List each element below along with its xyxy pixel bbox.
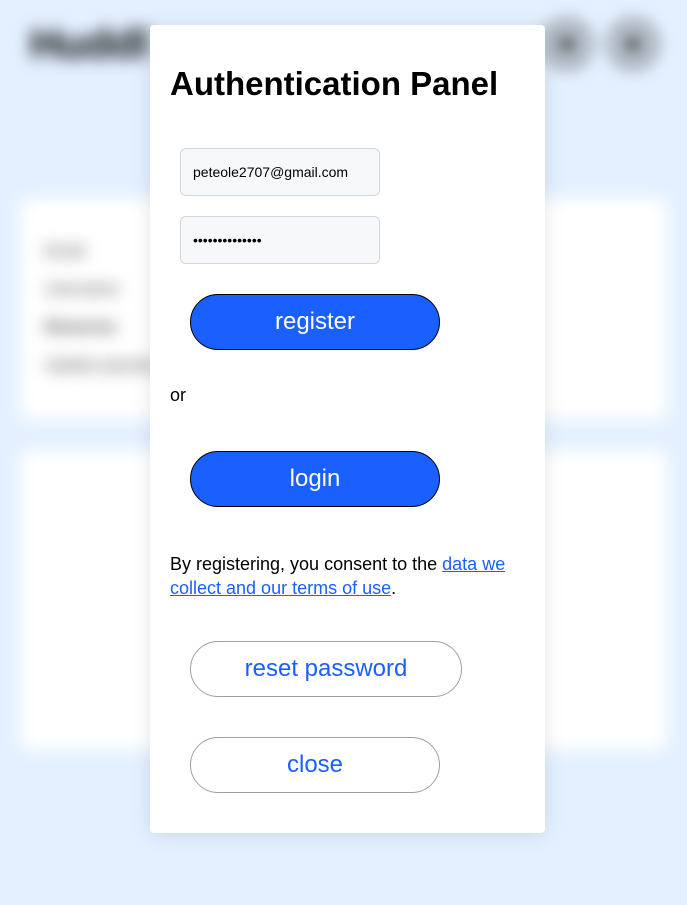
consent-text: By registering, you consent to the data … <box>170 552 525 601</box>
email-input[interactable] <box>180 148 380 196</box>
consent-prefix: By registering, you consent to the <box>170 554 442 574</box>
bg-logo: Huddl <box>30 20 149 68</box>
authentication-panel: Authentication Panel register or login B… <box>150 25 545 833</box>
login-button[interactable]: login <box>190 451 440 507</box>
or-separator: or <box>170 385 525 406</box>
consent-suffix: . <box>391 578 396 598</box>
close-button[interactable]: close <box>190 737 440 793</box>
bg-icon-1 <box>543 20 591 68</box>
register-button[interactable]: register <box>190 294 440 350</box>
bg-icon-2 <box>609 20 657 68</box>
modal-title: Authentication Panel <box>170 65 525 103</box>
reset-password-button[interactable]: reset password <box>190 641 462 697</box>
password-input[interactable] <box>180 216 380 264</box>
